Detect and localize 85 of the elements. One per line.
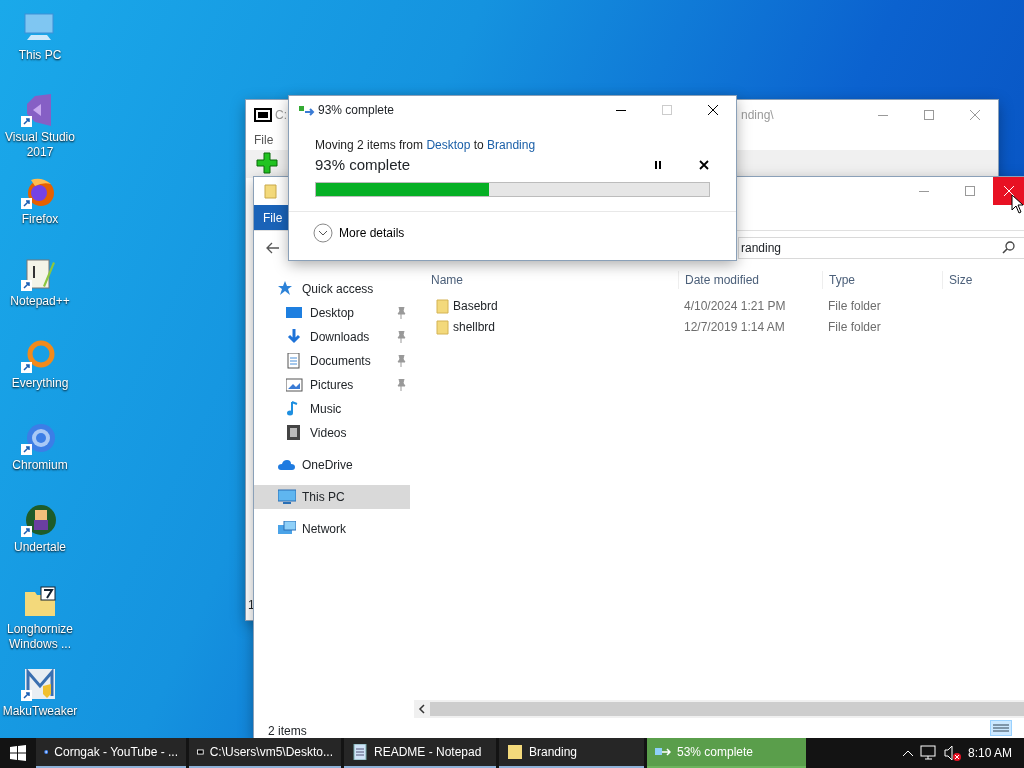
transfer-message: Moving 2 items from Desktop to Branding: [315, 137, 537, 154]
window-title: 93% complete: [318, 102, 395, 119]
desktop-icon[interactable]: [21, 502, 59, 538]
close-button[interactable]: [993, 177, 1024, 205]
column-header[interactable]: Name: [418, 271, 678, 289]
taskbar-button[interactable]: Branding: [499, 738, 644, 768]
nav-icon: [278, 457, 296, 473]
address-text: randing: [741, 240, 782, 257]
pause-icon: [655, 161, 661, 169]
chevron-down-icon: [313, 223, 333, 243]
column-header[interactable]: Type: [822, 271, 942, 289]
folder-icon: [436, 318, 450, 335]
volume-muted-icon[interactable]: [943, 745, 962, 761]
nav-item[interactable]: Music: [254, 397, 410, 421]
pin-icon[interactable]: [396, 331, 406, 343]
icon-label: Undertale: [14, 540, 66, 555]
window-title: C:: [275, 107, 287, 124]
nav-icon: [278, 489, 296, 505]
maximize-icon: [924, 110, 934, 120]
nav-item[interactable]: Downloads: [254, 325, 410, 349]
close-icon: [1003, 186, 1014, 196]
table-cell-text: File folder: [827, 318, 882, 336]
taskbar-button[interactable]: Corngak - YouTube - ...: [36, 738, 186, 768]
table-cell-text: 4/10/2024 1:21 PM: [683, 297, 787, 315]
icon-label: Chromium: [12, 458, 68, 473]
file-name: shellbrd: [453, 318, 496, 336]
menu-item[interactable]: File: [254, 131, 274, 149]
progress-status: 93% complete: [315, 154, 411, 175]
scrollbar[interactable]: [414, 700, 1024, 718]
column-header[interactable]: Size: [942, 271, 1002, 289]
back-arrow-icon[interactable]: [266, 242, 280, 254]
details-view-icon[interactable]: [990, 720, 1012, 736]
nav-icon: [286, 305, 304, 321]
app-icon: [352, 744, 368, 760]
pin-icon[interactable]: [396, 307, 406, 319]
nav-item[interactable]: Videos: [254, 421, 410, 445]
taskbar-button[interactable]: README - Notepad: [344, 738, 496, 768]
status-text: 2 items: [268, 724, 307, 738]
nav-item[interactable]: Documents: [254, 349, 410, 373]
nav-icon: [286, 377, 304, 393]
icon-label: Longhornize Windows ...: [5, 622, 75, 652]
nav-item[interactable]: OneDrive: [254, 453, 410, 477]
icon-label: Visual Studio 2017: [4, 130, 76, 160]
more-details-button[interactable]: More details: [313, 223, 405, 243]
maximize-icon: [965, 186, 975, 196]
file-name: Basebrd: [453, 297, 498, 315]
destination-link[interactable]: Branding: [487, 138, 536, 152]
source-link[interactable]: Desktop: [426, 138, 471, 152]
icon-label: Notepad++: [10, 294, 70, 309]
file-row[interactable]: shellbrd 12/7/2019 1:14 AM File folder: [418, 316, 1024, 337]
close-icon: [970, 110, 980, 120]
nav-item[interactable]: Pictures: [254, 373, 410, 397]
network-icon[interactable]: [919, 745, 938, 761]
folder-icon: [436, 297, 450, 314]
table-cell-text: File folder: [827, 297, 882, 315]
nav-item[interactable]: Network: [254, 517, 410, 541]
nav-item[interactable]: Desktop: [254, 301, 410, 325]
maximize-icon: [662, 105, 672, 115]
app-icon: [254, 108, 272, 122]
windows-logo-icon: [10, 745, 26, 761]
nav-icon: [278, 521, 296, 537]
app-icon: [507, 744, 523, 760]
chevron-up-icon[interactable]: [901, 749, 914, 757]
column-header[interactable]: Date modified: [678, 271, 822, 289]
clock[interactable]: 8:10 AM: [967, 744, 1012, 762]
icon-label: Firefox: [21, 212, 59, 227]
folder-icon: [264, 183, 278, 199]
close-icon: [699, 160, 709, 170]
add-icon[interactable]: [256, 152, 278, 174]
search-icon[interactable]: [1002, 241, 1016, 255]
taskbar-button[interactable]: C:\Users\vm5\Deskto...: [189, 738, 341, 768]
address-bar[interactable]: randing: [738, 237, 1024, 259]
icon-label: Everything: [11, 376, 69, 391]
nav-item[interactable]: This PC: [254, 485, 410, 509]
window-title: nding\: [741, 107, 774, 124]
ribbon-tab[interactable]: File: [254, 205, 289, 230]
close-icon: [708, 105, 718, 115]
icon-label: MakuTweaker: [2, 704, 78, 719]
nav-item[interactable]: Quick access: [254, 277, 410, 301]
file-row[interactable]: Basebrd 4/10/2024 1:21 PM File folder: [418, 295, 1024, 316]
table-cell-text: 12/7/2019 1:14 AM: [683, 318, 786, 336]
pin-icon[interactable]: [396, 355, 406, 367]
transfer-icon: [299, 104, 315, 116]
pin-icon[interactable]: [396, 379, 406, 391]
icon-label: This PC: [18, 48, 62, 63]
